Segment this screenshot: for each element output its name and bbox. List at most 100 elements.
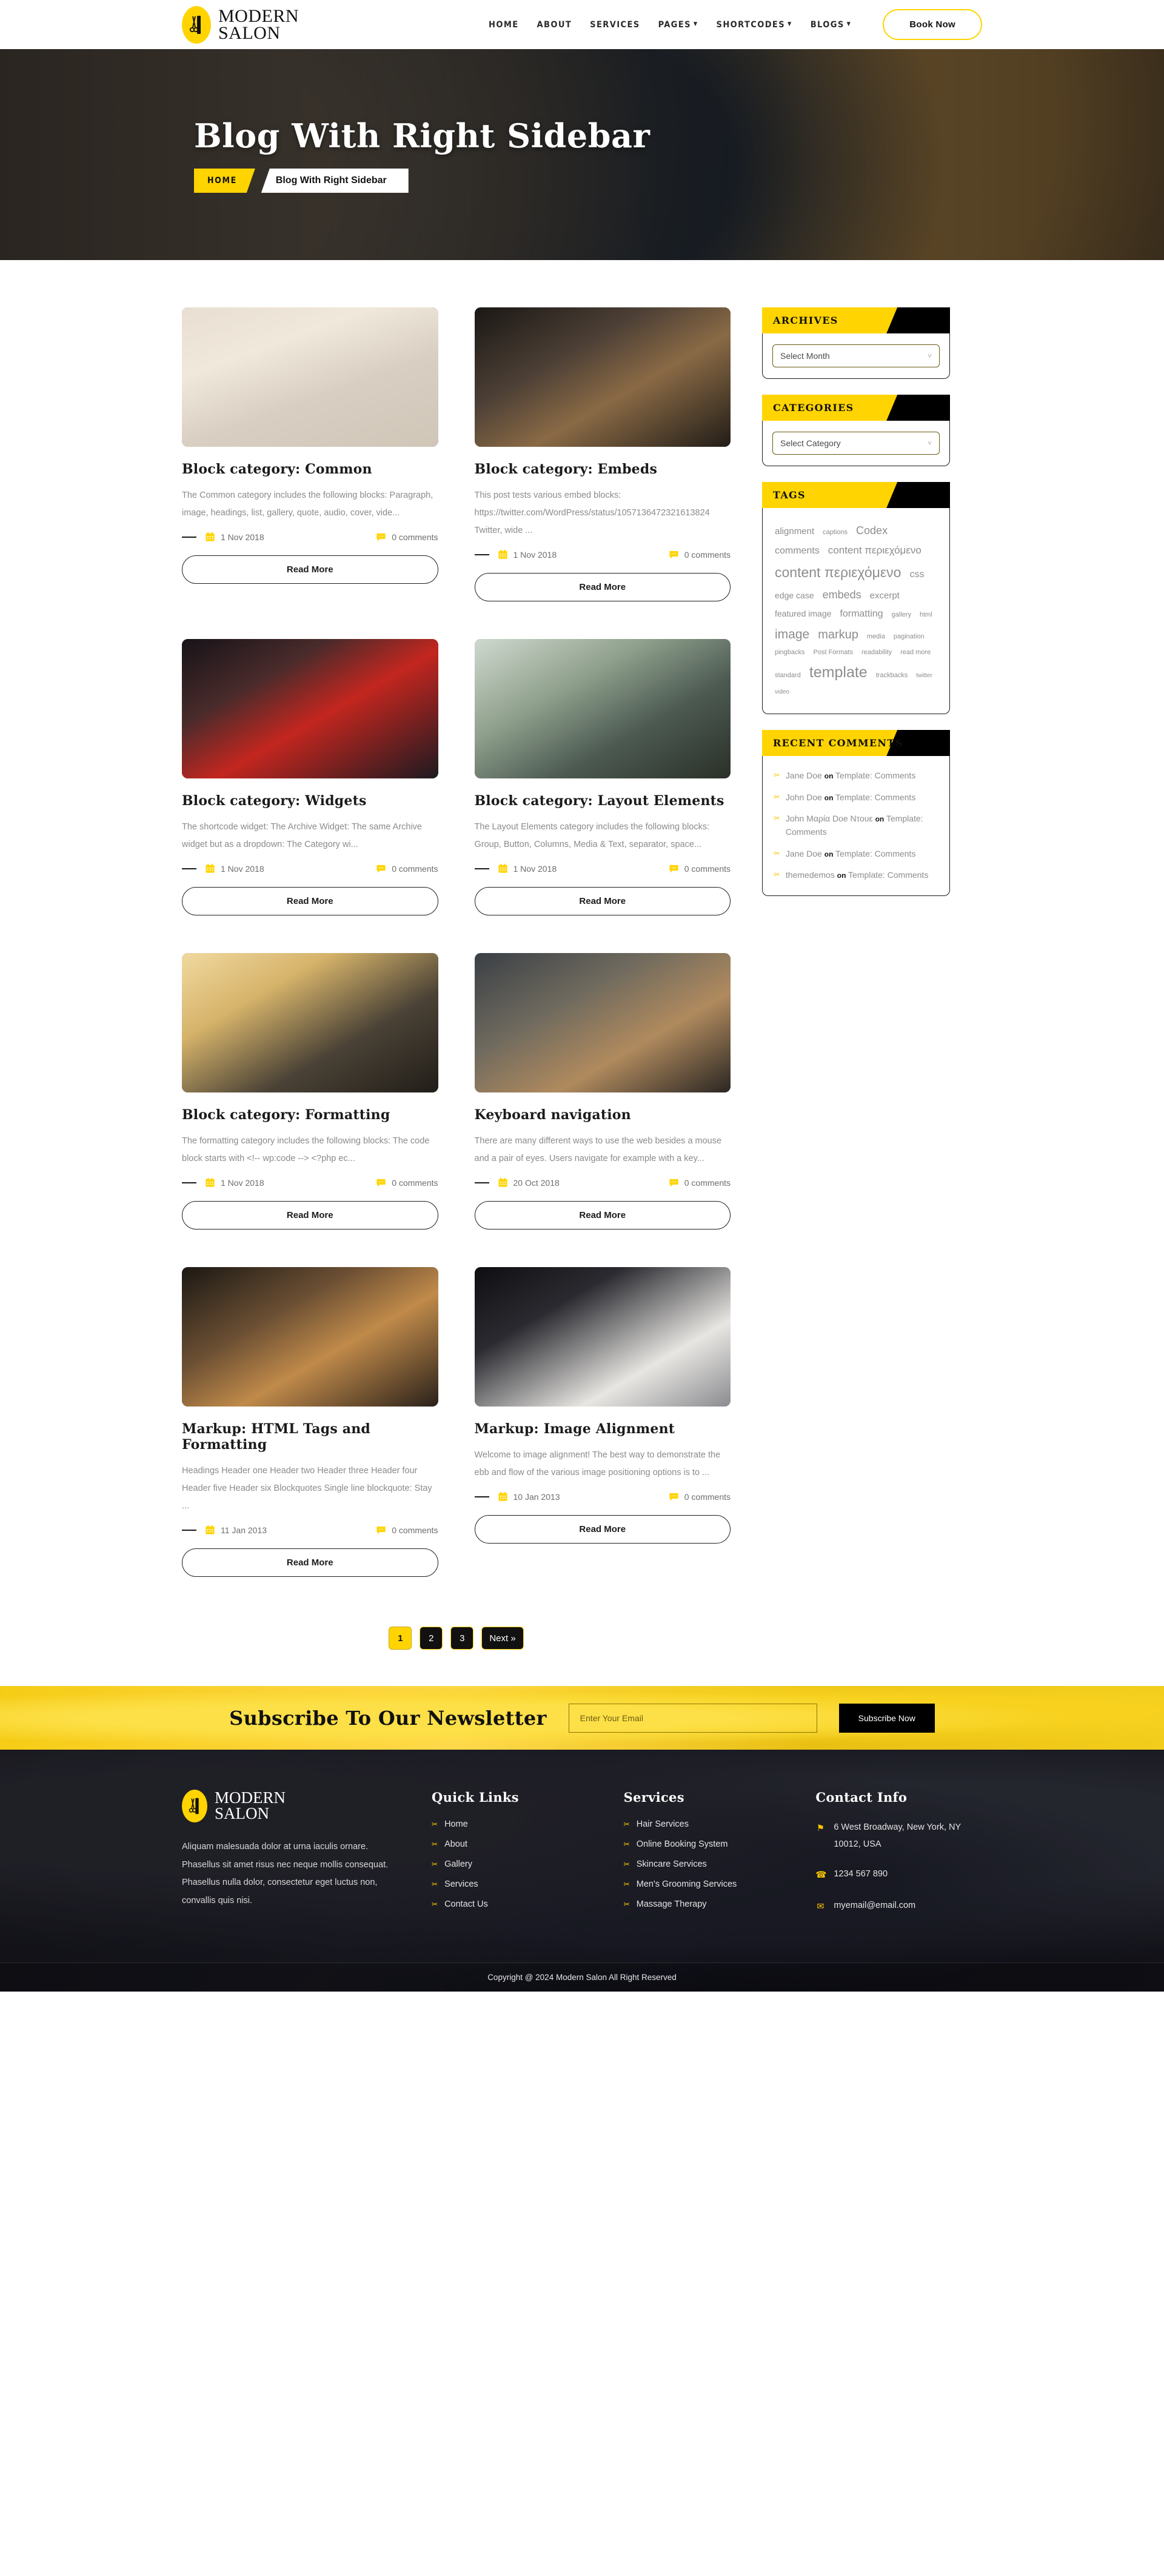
post-thumbnail[interactable] [182,1267,438,1407]
nav-item-home[interactable]: HOME [489,20,519,30]
tag-link[interactable]: standard [775,671,801,681]
post-thumbnail-image [182,639,438,778]
tag-link[interactable]: gallery [892,610,911,620]
nav-item-services[interactable]: SERVICES [590,20,640,30]
footer-quick-link[interactable]: ✂ About [432,1839,598,1849]
tag-link[interactable]: content περιεχόμενο [828,543,921,558]
recent-comment-item[interactable]: ✂ themedemos on Template: Comments [774,869,938,882]
subscribe-now-button[interactable]: Subscribe Now [838,1703,935,1733]
footer-quick-link[interactable]: ✂ Contact Us [432,1899,598,1909]
tag-link[interactable]: pingbacks [775,647,805,658]
nav-item-blogs[interactable]: BLOGS ▼ [811,20,852,30]
recent-comment-item[interactable]: ✂ John Μαρία Doe Ντουε on Template: Comme… [774,812,938,838]
tag-link[interactable]: alignment [775,525,814,539]
footer-contact-item[interactable]: ⚑ 6 West Broadway, New York, NY 10012, US… [815,1819,982,1853]
next-page-button[interactable]: Next » [481,1627,524,1650]
post-thumbnail[interactable] [474,307,731,447]
post-thumbnail[interactable] [474,953,731,1092]
tag-link[interactable]: markup [818,626,858,644]
chevron-down-icon: ▼ [788,21,792,27]
newsletter-email-input[interactable] [568,1703,817,1733]
recent-comment-item[interactable]: ✂ Jane Doe on Template: Comments [774,848,938,861]
book-now-button[interactable]: Book Now [883,9,982,40]
comment-post-title: Template: Comments [835,771,916,780]
tag-link[interactable]: captions [823,527,848,538]
post-title[interactable]: Markup: Image Alignment [475,1421,731,1437]
read-more-button[interactable]: Read More [474,1515,731,1544]
post-thumbnail[interactable] [474,1267,731,1407]
post-title[interactable]: Block category: Layout Elements [475,793,731,809]
link-label: Hair Services [636,1819,689,1829]
recent-comment-item[interactable]: ✂ John Doe on Template: Comments [774,791,938,805]
tag-link[interactable]: media [867,632,885,642]
post-thumbnail[interactable] [182,307,438,447]
read-more-button[interactable]: Read More [182,1548,438,1577]
tag-link[interactable]: comments [775,544,820,558]
post-title[interactable]: Block category: Common [182,461,438,477]
footer-logo[interactable]: MODERN SALON [182,1790,406,1822]
calendar-icon [498,863,507,873]
recent-comment-text: Jane Doe on Template: Comments [786,848,915,861]
tag-link[interactable]: pagination [894,632,925,642]
footer-contact-item[interactable]: ☎ 1234 567 890 [815,1866,982,1884]
archives-select[interactable]: Select Month ˅ [772,344,940,367]
post-thumbnail[interactable] [474,639,731,778]
tag-link[interactable]: edge case [775,589,814,602]
tag-link[interactable]: css [909,567,924,582]
comment-bubble-icon [376,1526,386,1534]
breadcrumb-home-link[interactable]: HOME [194,169,255,193]
tag-link[interactable]: formatting [840,607,883,621]
read-more-button[interactable]: Read More [182,887,438,915]
recent-comment-item[interactable]: ✂ Jane Doe on Template: Comments [774,769,938,783]
post-comments: 0 comments [376,1177,438,1188]
tag-link[interactable]: excerpt [870,589,900,603]
nav-item-about[interactable]: ABOUT [537,20,572,30]
tag-link[interactable]: featured image [775,607,831,620]
footer-service-link[interactable]: ✂ Massage Therapy [624,1899,791,1909]
footer-quick-link[interactable]: ✂ Gallery [432,1859,598,1869]
footer-service-link[interactable]: ✂ Hair Services [624,1819,791,1829]
post-thumbnail[interactable] [182,953,438,1092]
tag-link[interactable]: Codex [856,523,888,539]
post-title[interactable]: Block category: Embeds [475,461,731,477]
tag-link[interactable]: html [920,610,932,620]
scissors-bullet-icon: ✂ [623,1880,630,1889]
tag-link[interactable]: image [775,625,809,644]
read-more-button[interactable]: Read More [474,887,731,915]
tag-link[interactable]: video [775,687,789,697]
tag-link[interactable]: Post Formats [814,647,853,658]
post-excerpt: The shortcode widget: The Archive Widget… [182,822,422,849]
read-more-button[interactable]: Read More [474,1201,731,1229]
read-more-button[interactable]: Read More [182,555,438,584]
site-logo[interactable]: MODERN SALON [182,5,299,44]
tag-link[interactable]: twitter [916,671,932,680]
nav-item-pages[interactable]: PAGES ▼ [658,20,698,30]
footer-quick-link[interactable]: ✂ Home [432,1819,598,1829]
read-more-button[interactable]: Read More [474,573,731,601]
tag-link[interactable]: read more [900,647,931,658]
post-thumbnail[interactable] [182,639,438,778]
tag-link[interactable]: template [809,661,868,684]
tag-link[interactable]: trackbacks [876,671,908,681]
nav-item-shortcodes[interactable]: SHORTCODES ▼ [717,20,792,30]
footer-quick-link[interactable]: ✂ Services [432,1879,598,1889]
footer-service-link[interactable]: ✂ Men's Grooming Services [624,1879,791,1889]
tag-link[interactable]: content περιεχόμενο [775,562,901,583]
tag-link[interactable]: readability [861,647,892,658]
recent-comments-list: ✂ Jane Doe on Template: Comments ✂ John Doe… [772,767,940,885]
categories-select[interactable]: Select Category ˅ [772,432,940,455]
post-title[interactable]: Block category: Widgets [182,793,438,809]
page-button-3[interactable]: 3 [450,1627,474,1650]
footer-service-link[interactable]: ✂ Online Booking System [624,1839,791,1849]
pagination: 1 2 3 Next » [182,1627,731,1650]
read-more-button[interactable]: Read More [182,1201,438,1229]
page-button-1[interactable]: 1 [389,1627,412,1650]
tag-link[interactable]: embeds [823,587,861,603]
post-title[interactable]: Keyboard navigation [475,1107,731,1123]
footer-contact-item[interactable]: ✉ myemail@email.com [815,1898,982,1916]
post-title[interactable]: Markup: HTML Tags and Formatting [182,1421,438,1453]
post-title[interactable]: Block category: Formatting [182,1107,438,1123]
footer-service-link[interactable]: ✂ Skincare Services [624,1859,791,1869]
page-button-2[interactable]: 2 [420,1627,443,1650]
post-meta: 1 Nov 2018 0 comments [474,863,731,874]
